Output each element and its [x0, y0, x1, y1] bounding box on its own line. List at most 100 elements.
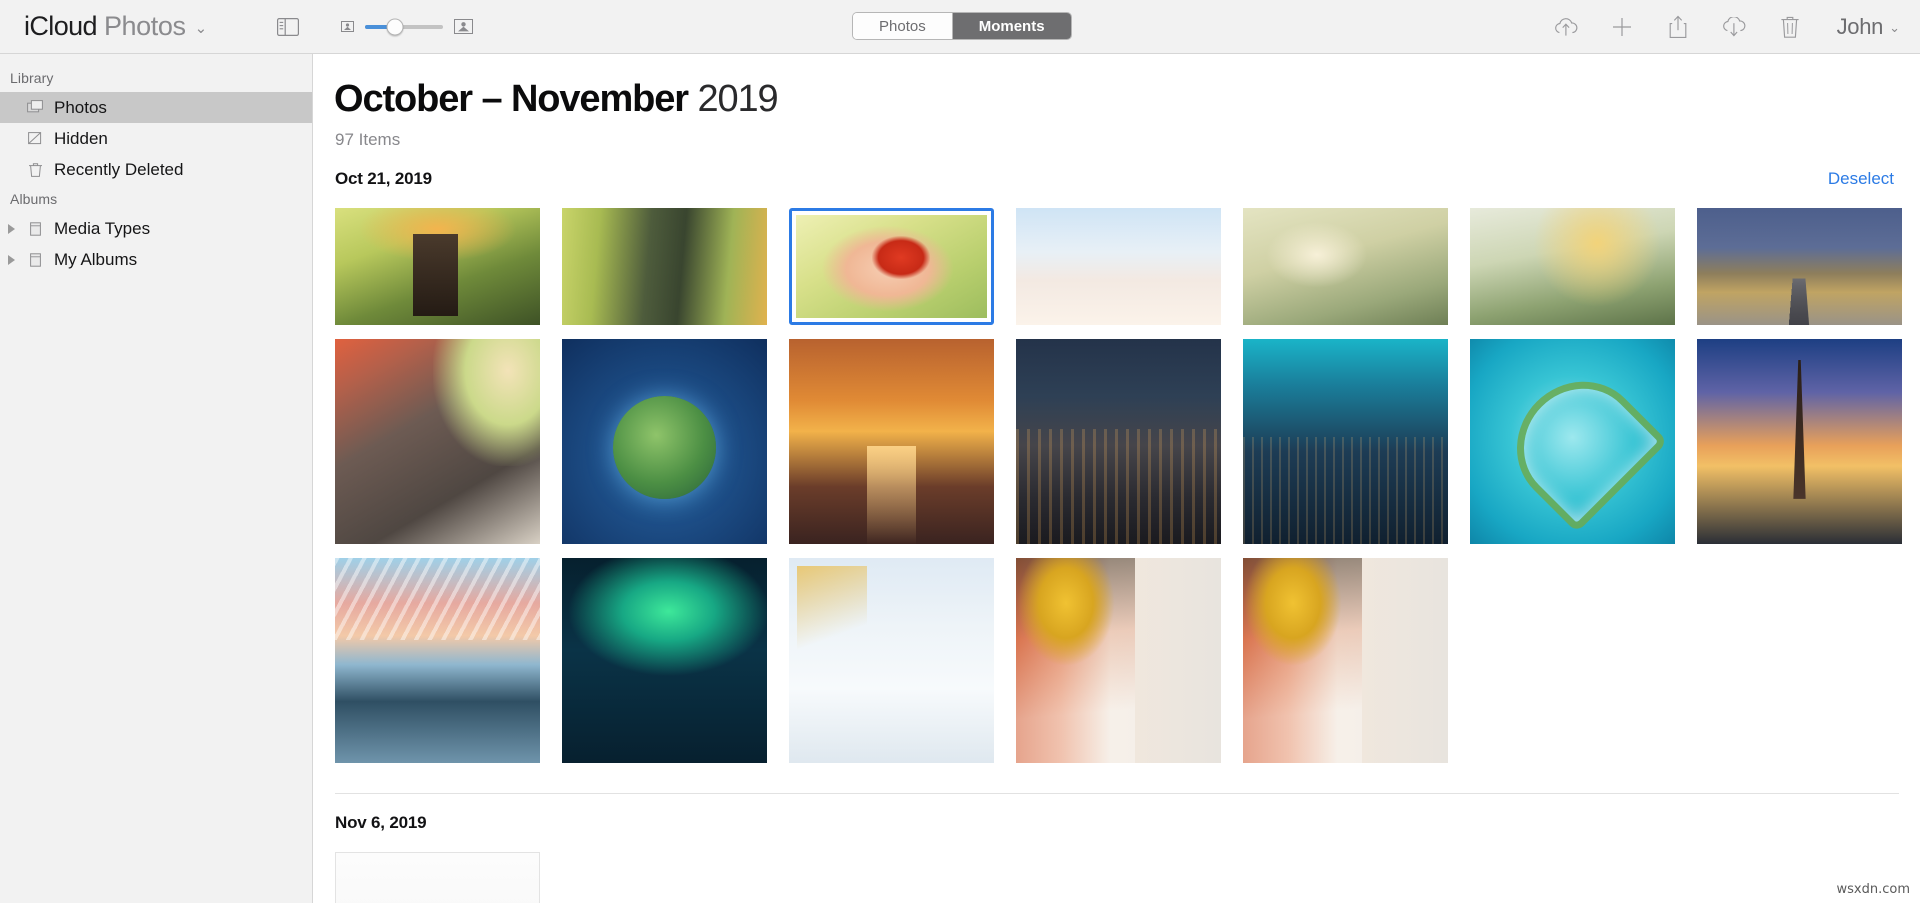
photo-aurora[interactable]	[562, 558, 767, 763]
photo-thumbnail-image	[335, 339, 540, 544]
photo-thumbnail-image	[1016, 558, 1221, 763]
account-menu[interactable]: John ⌄	[1837, 14, 1900, 40]
sidebar-item-label: Media Types	[54, 218, 151, 238]
moment-date-label: Oct 21, 2019	[335, 169, 432, 188]
cloud-upload-icon	[1554, 18, 1577, 36]
hidden-icon	[26, 129, 45, 148]
thumbnail-size-slider[interactable]	[365, 18, 444, 35]
photo-thumbnail-image	[789, 558, 994, 763]
sidebar: Library Photos Hidden Recently Deleted A…	[0, 54, 313, 903]
trash-icon	[1780, 16, 1799, 38]
slider-knob[interactable]	[386, 18, 404, 35]
photo-row	[314, 208, 1920, 325]
share-icon	[1669, 15, 1686, 38]
photo-thumbnail-image	[1697, 339, 1902, 544]
photo-thumbnail-image	[562, 208, 767, 325]
moments-list: Oct 21, 2019 Deselect Nov 6, 2019	[314, 164, 1920, 903]
photo-desert-highway[interactable]	[1697, 208, 1902, 325]
photo-white-roses[interactable]	[1243, 208, 1448, 325]
download-button[interactable]	[1719, 12, 1749, 42]
moment-header: Oct 21, 2019 Deselect	[314, 164, 1920, 194]
album-icon	[26, 219, 45, 238]
thumbnail-size-slider-group[interactable]	[341, 18, 474, 35]
photo-lake-sunrise[interactable]	[335, 558, 540, 763]
sidebar-toggle-icon	[277, 17, 300, 36]
plus-icon	[1612, 18, 1631, 36]
photo-thumbnail-image	[335, 208, 540, 325]
brand-icloud-label: iCloud	[24, 11, 98, 41]
toolbar-actions: John ⌄	[1551, 0, 1900, 54]
photo-pastel-sky[interactable]	[1016, 208, 1221, 325]
moment-date-label: Nov 6, 2019	[335, 813, 427, 832]
sidebar-item-label: Hidden	[54, 128, 108, 148]
deselect-link[interactable]: Deselect	[1828, 169, 1894, 189]
sidebar-item-label: Photos	[54, 97, 107, 117]
photo-snowy-forest[interactable]	[789, 558, 994, 763]
moment-section: Oct 21, 2019 Deselect	[314, 164, 1920, 763]
brand-photos-label: Photos	[103, 11, 186, 41]
photo-city-at-night[interactable]	[1016, 339, 1221, 544]
photo-partial-screenshot[interactable]	[335, 852, 540, 903]
moment-section: Nov 6, 2019	[314, 808, 1920, 903]
photo-thumbnail-image	[1697, 208, 1902, 325]
sidebar-item-recently-deleted[interactable]: Recently Deleted	[0, 154, 312, 185]
account-name-label: John	[1836, 14, 1884, 39]
photo-ginkgo-wall-2[interactable]	[1243, 558, 1448, 763]
chevron-down-icon: ⌄	[1889, 20, 1900, 35]
photo-thumbnail-image	[562, 558, 767, 763]
photo-blossom-window[interactable]	[335, 339, 540, 544]
photo-ginkgo-wall[interactable]	[1016, 558, 1221, 763]
photo-thumbnail-image	[1470, 339, 1675, 544]
photo-eiffel-tower[interactable]	[1697, 339, 1902, 544]
photo-heart-island[interactable]	[1470, 339, 1675, 544]
photo-row	[314, 558, 1920, 763]
photo-sunset-street[interactable]	[789, 339, 994, 544]
moment-divider	[335, 793, 1899, 794]
photo-thumbnail-image	[1243, 339, 1448, 544]
sidebar-item-my-albums[interactable]: My Albums	[0, 244, 312, 275]
photo-cabin-autumn[interactable]	[335, 208, 540, 325]
cloud-download-icon	[1722, 17, 1745, 37]
photos-icon	[26, 98, 45, 117]
upload-button[interactable]	[1551, 12, 1581, 42]
watermark: wsxdn.com	[1836, 882, 1911, 897]
disclosure-triangle-icon[interactable]	[8, 254, 15, 265]
tab-photos[interactable]: Photos	[853, 13, 952, 39]
sidebar-item-label: Recently Deleted	[54, 159, 184, 179]
sidebar-section-albums-title: Albums	[10, 191, 58, 207]
photo-thumbnail-image	[789, 339, 994, 544]
sidebar-item-hidden[interactable]: Hidden	[0, 123, 312, 154]
view-mode-segmented-control[interactable]: Photos Moments	[852, 12, 1072, 40]
add-button[interactable]	[1607, 12, 1637, 42]
sidebar-item-photos[interactable]: Photos	[0, 92, 312, 123]
share-button[interactable]	[1663, 12, 1693, 42]
tab-moments[interactable]: Moments	[951, 13, 1071, 39]
chevron-down-icon[interactable]: ⌄	[195, 19, 208, 37]
photo-row	[314, 339, 1920, 544]
photo-city-skyline[interactable]	[1243, 339, 1448, 544]
disclosure-triangle-icon[interactable]	[8, 223, 15, 234]
photo-rose-garden[interactable]	[1470, 208, 1675, 325]
sidebar-toggle-button[interactable]	[277, 17, 300, 36]
photo-tiny-planet[interactable]	[562, 339, 767, 544]
photo-thumbnail-image	[335, 852, 540, 903]
page-title-range: October – November	[334, 78, 689, 120]
page-title-year: 2019	[697, 78, 778, 120]
sidebar-item-media-types[interactable]: Media Types	[0, 213, 312, 244]
photo-thumbnail-image	[1016, 339, 1221, 544]
sidebar-item-label: My Albums	[54, 249, 138, 269]
photo-maple-leaf-hand[interactable]	[789, 208, 994, 325]
photo-row	[314, 852, 1920, 903]
app-title[interactable]: iCloud Photos ⌄	[24, 11, 207, 42]
app-toolbar: iCloud Photos ⌄ Photos Moments John ⌄	[0, 0, 1920, 54]
photo-thumbnail-image	[796, 215, 987, 318]
photo-library-content: October – November 2019 97 Items Oct 21,…	[314, 54, 1920, 903]
photo-thumbnail-image	[562, 339, 767, 544]
delete-button[interactable]	[1775, 12, 1805, 42]
photo-thumbnail-image	[335, 558, 540, 763]
large-thumbnail-icon	[454, 19, 474, 34]
sidebar-section-library-title: Library	[10, 70, 54, 86]
photo-thumbnail-image	[1016, 208, 1221, 325]
photo-ivy-wall[interactable]	[562, 208, 767, 325]
page-title: October – November 2019	[334, 78, 1920, 121]
